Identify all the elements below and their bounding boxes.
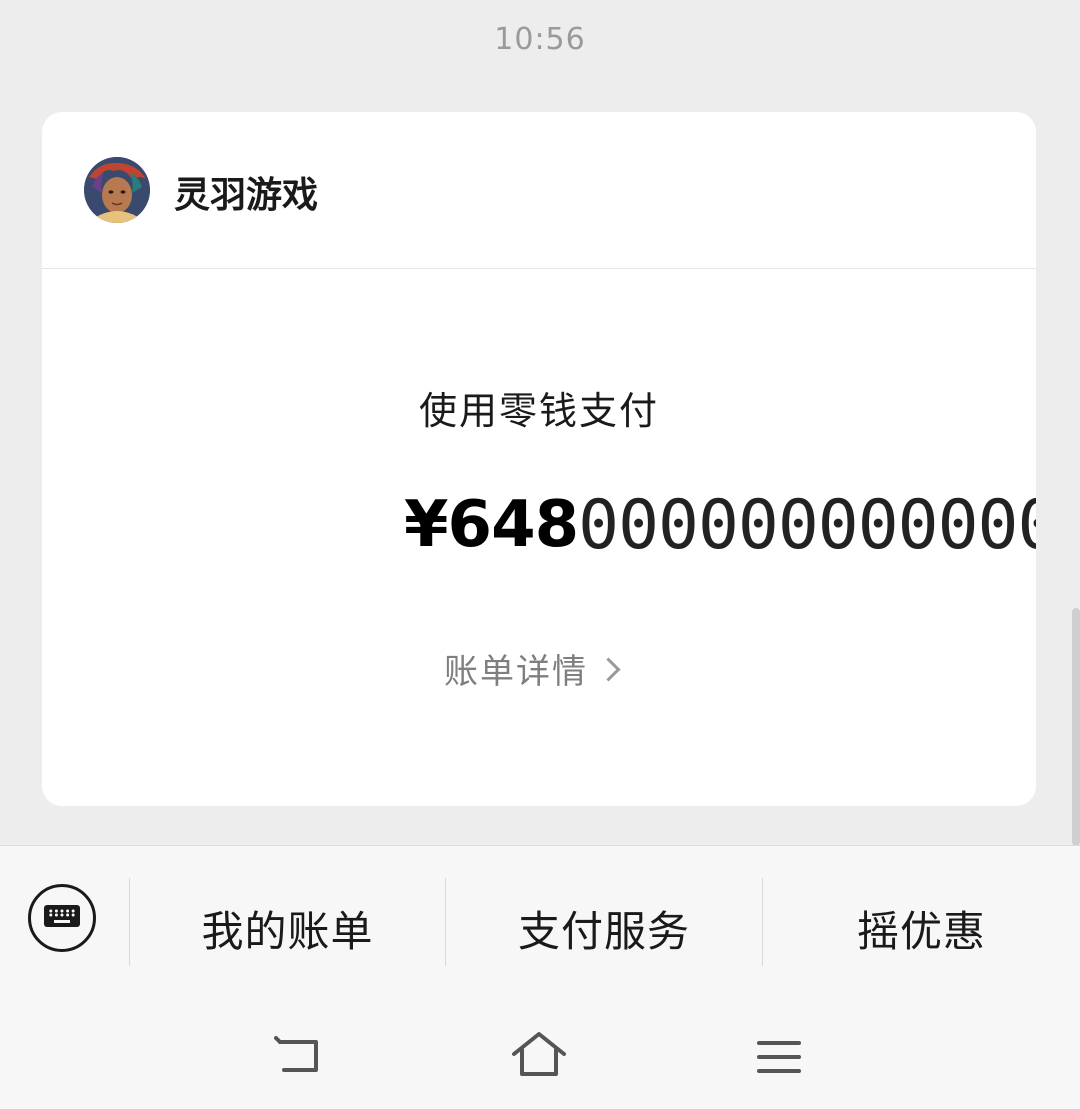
scrollbar[interactable] [1072,608,1080,846]
menu-item-my-bills[interactable]: 我的账单 [130,898,445,959]
payment-amount: ¥64800000000000000000 [404,484,1036,565]
bill-detail-label: 账单详情 [444,652,588,692]
amount-suffix: 00000000000000000 [578,486,1036,565]
merchant-avatar[interactable] [84,157,150,223]
pay-method-label: 使用零钱支付 [418,389,659,433]
avatar-image [84,157,150,223]
back-icon[interactable] [274,1036,322,1076]
menu-item-pay-services[interactable]: 支付服务 [446,898,762,959]
message-timestamp: 10:56 [494,22,586,57]
bill-detail-link[interactable]: 账单详情 [444,644,621,693]
system-nav-bar [0,1010,1080,1108]
payment-card[interactable]: 灵羽游戏 使用零钱支付 ¥64800000000000000000 账单详情 [42,112,1036,806]
menu-item-shake-deals[interactable]: 摇优惠 [763,898,1080,959]
keyboard-icon[interactable] [28,884,96,952]
card-header: 灵羽游戏 [42,112,1036,269]
home-icon[interactable] [510,1030,568,1078]
chevron-right-icon [596,657,621,682]
amount-prefix: ¥648 [404,488,579,562]
merchant-name: 灵羽游戏 [174,175,319,216]
menu-icon[interactable] [756,1038,802,1076]
